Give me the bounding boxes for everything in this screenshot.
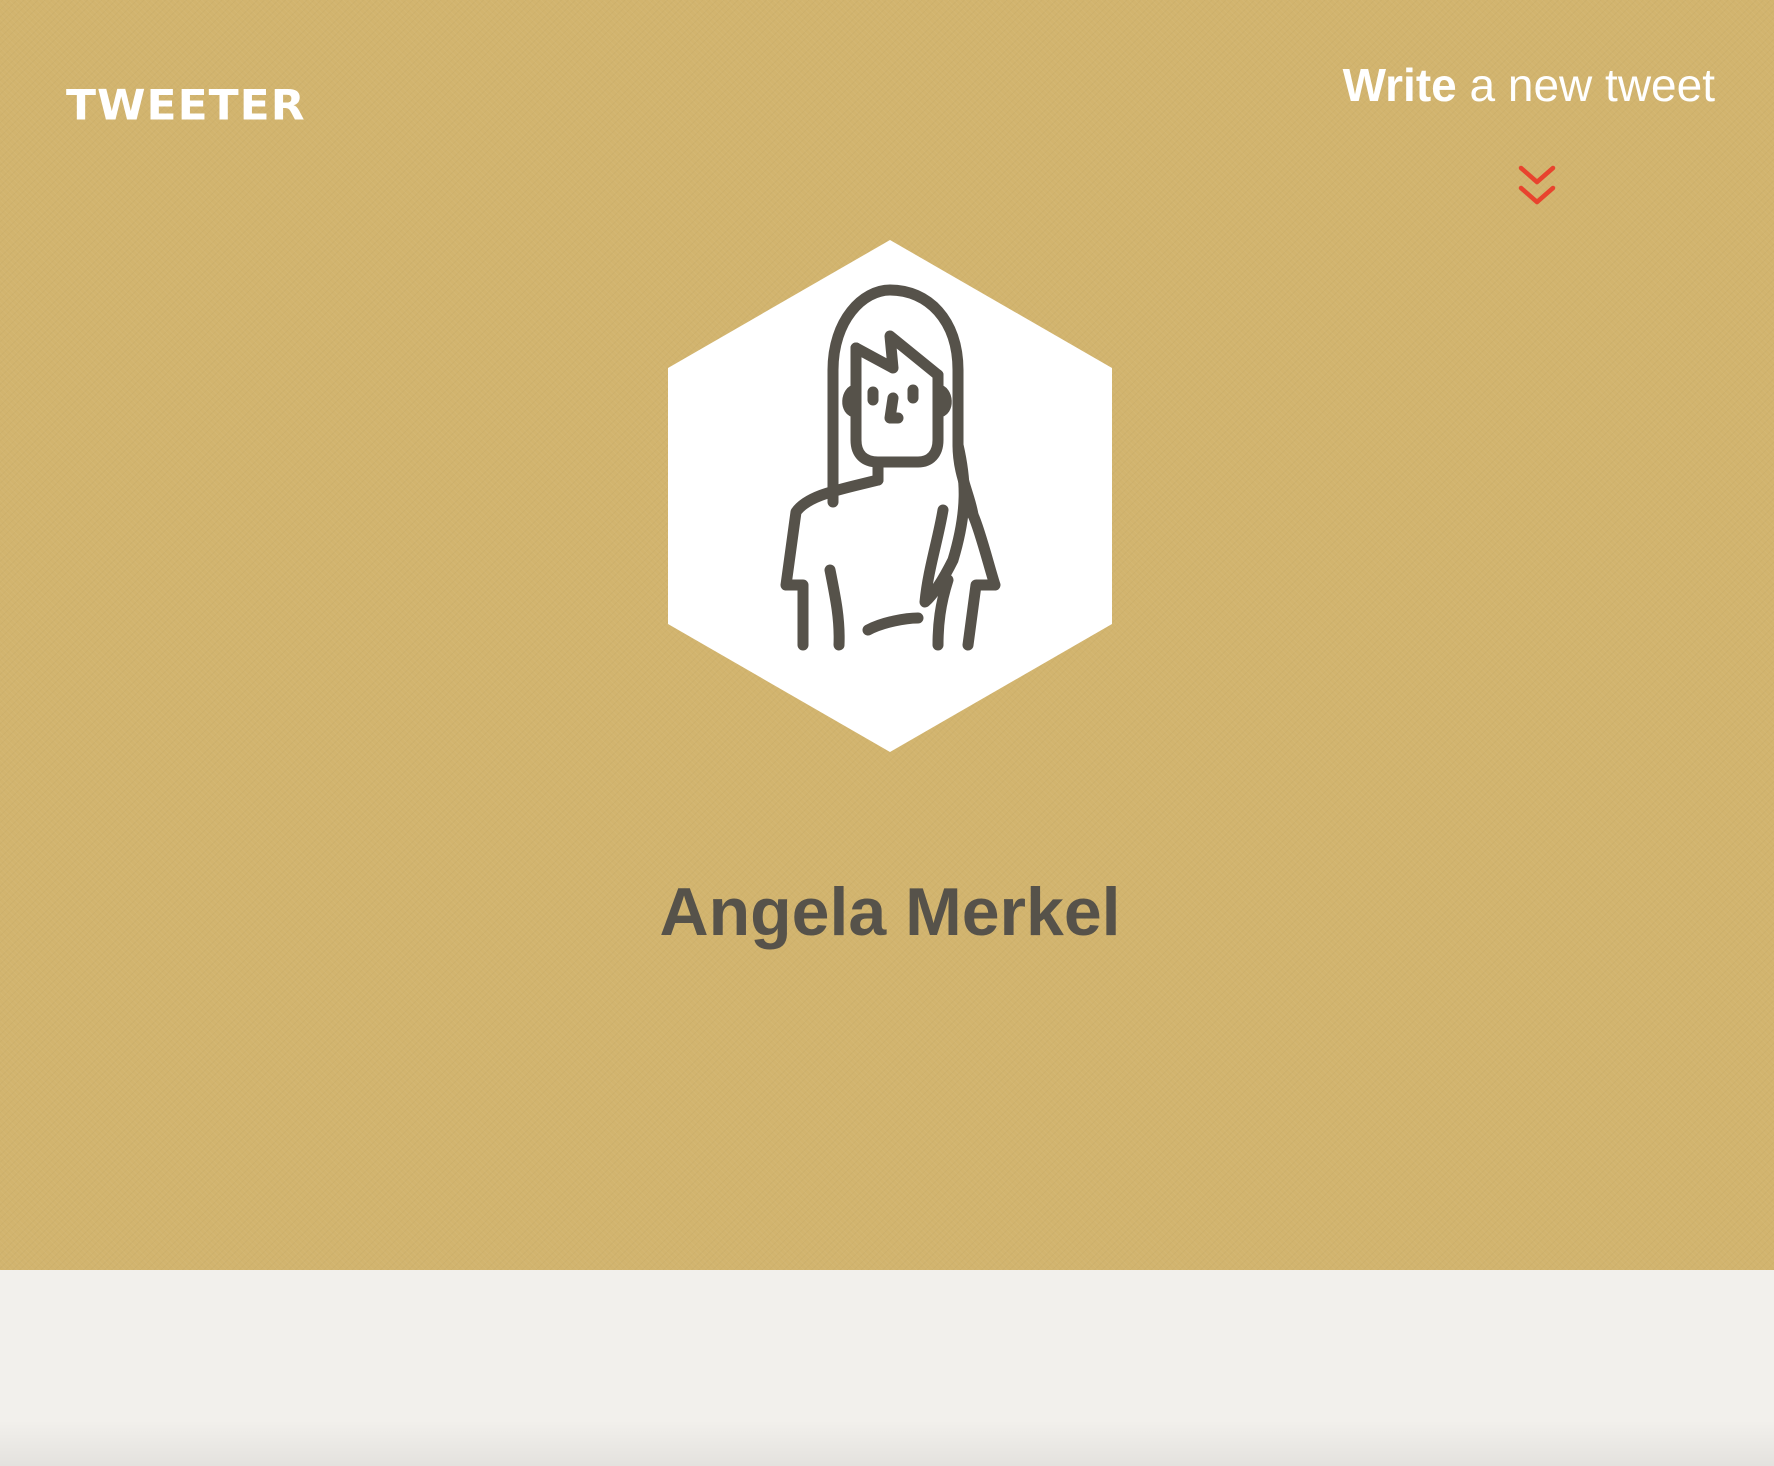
write-new-tweet-link[interactable]: Write a new tweet <box>1343 60 1715 111</box>
page: TWEETER Write a new tweet Angela Merkel <box>0 0 1774 1466</box>
write-link-strong: Write <box>1342 59 1457 111</box>
logo[interactable]: TWEETER <box>66 85 306 127</box>
avatar-hexagon <box>668 240 1112 752</box>
content-area-shadow <box>0 1420 1774 1466</box>
write-link-rest: a new tweet <box>1456 59 1716 111</box>
profile-name: Angela Merkel <box>659 874 1121 950</box>
double-chevron-down-icon[interactable] <box>1517 164 1557 210</box>
woman-avatar-icon <box>668 240 1112 752</box>
profile-hero: TWEETER Write a new tweet Angela Merkel <box>0 0 1774 1270</box>
